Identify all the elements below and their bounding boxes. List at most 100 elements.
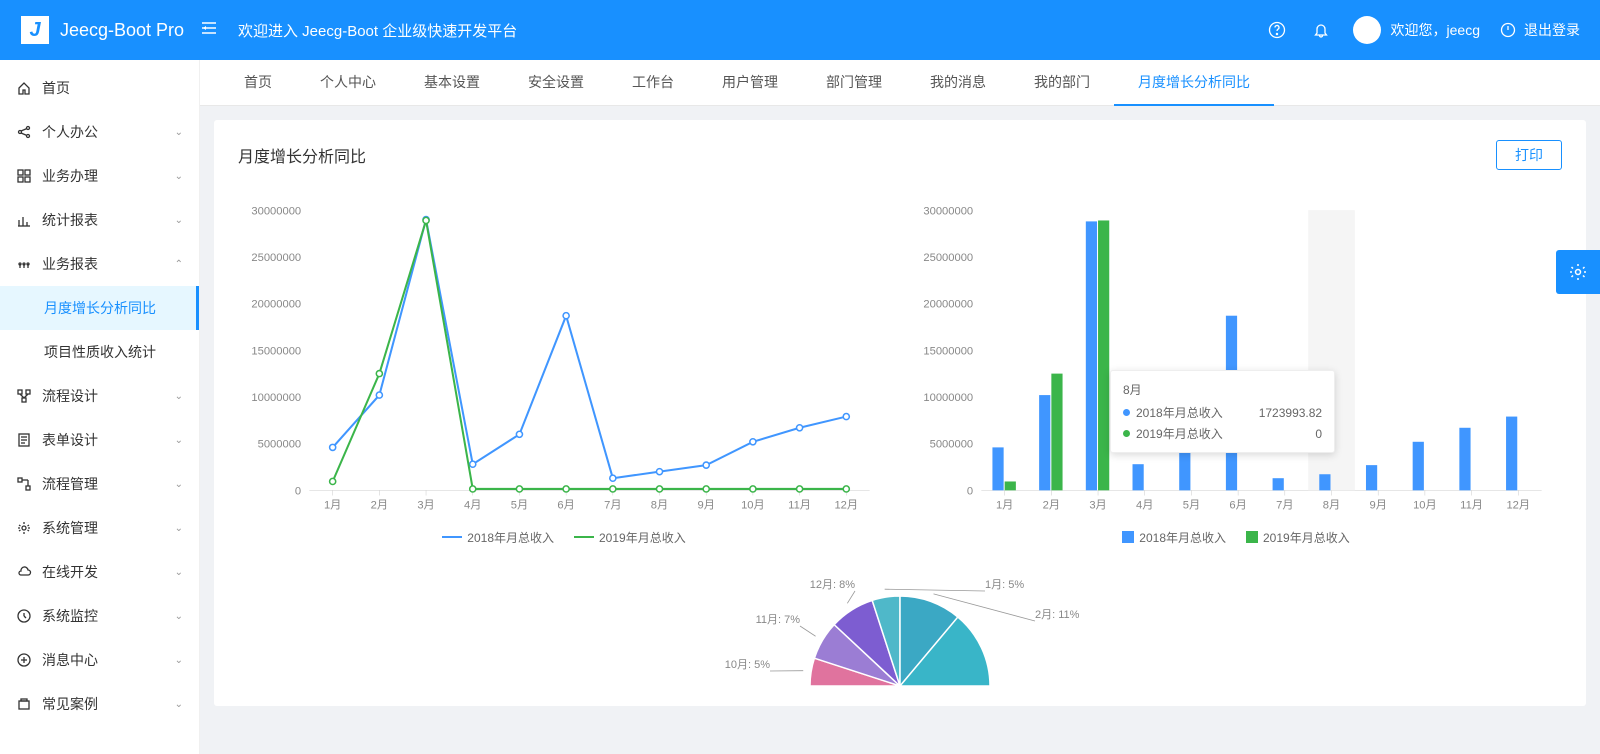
svg-text:10月: 10月 <box>741 500 765 512</box>
chart-icon <box>16 212 32 228</box>
legend-item-2019-bar[interactable]: 2019年月总收入 <box>1246 529 1350 546</box>
case-icon <box>16 696 32 712</box>
svg-text:5月: 5月 <box>1183 500 1200 512</box>
svg-text:12月: 12月 <box>1506 500 1530 512</box>
legend-item-2018[interactable]: 2018年月总收入 <box>442 529 554 546</box>
settings-fab[interactable] <box>1556 250 1600 294</box>
flow-icon <box>16 388 32 404</box>
tab-1[interactable]: 个人中心 <box>296 60 400 106</box>
menu-label: 系统监控 <box>42 606 165 626</box>
tab-4[interactable]: 工作台 <box>608 60 698 106</box>
share-icon <box>16 124 32 140</box>
svg-text:11月: 7%: 11月: 7% <box>756 614 801 626</box>
tab-6[interactable]: 部门管理 <box>802 60 906 106</box>
tab-8[interactable]: 我的部门 <box>1010 60 1114 106</box>
legend-item-2018-bar[interactable]: 2018年月总收入 <box>1122 529 1226 546</box>
tab-0[interactable]: 首页 <box>220 60 296 106</box>
svg-text:15000000: 15000000 <box>923 345 973 357</box>
menu-label: 业务报表 <box>42 254 165 274</box>
panel-title: 月度增长分析同比 <box>238 143 366 167</box>
sidebar-item-2[interactable]: 业务办理 ⌄ <box>0 154 199 198</box>
chart-tooltip: 8月 2018年月总收入 1723993.82 2019年月总收入 0 <box>1110 370 1335 453</box>
menu-label: 常见案例 <box>42 694 165 714</box>
home-icon <box>16 80 32 96</box>
sidebar-item-10[interactable]: 系统监控⌄ <box>0 594 199 638</box>
sidebar-item-1[interactable]: 个人办公⌄ <box>0 110 199 154</box>
line-chart[interactable]: 0500000010000000150000002000000025000000… <box>238 200 890 546</box>
process-icon <box>16 476 32 492</box>
tooltip-title: 8月 <box>1123 381 1322 398</box>
svg-text:2月: 2月 <box>371 500 388 512</box>
message-icon <box>16 652 32 668</box>
svg-text:20000000: 20000000 <box>251 299 301 311</box>
app-name: Jeecg-Boot Pro <box>60 20 184 41</box>
svg-text:10000000: 10000000 <box>251 392 301 404</box>
tab-5[interactable]: 用户管理 <box>698 60 802 106</box>
logout-button[interactable]: 退出登录 <box>1500 20 1580 40</box>
chevron-down-icon: ⌄ <box>175 127 183 138</box>
tab-2[interactable]: 基本设置 <box>400 60 504 106</box>
chevron-down-icon: ⌄ <box>175 479 183 490</box>
print-button[interactable]: 打印 <box>1496 140 1562 170</box>
line-chart-legend: 2018年月总收入 2019年月总收入 <box>238 529 890 546</box>
svg-text:8月: 8月 <box>651 500 668 512</box>
submenu-label: 月度增长分析同比 <box>44 298 180 318</box>
svg-text:8月: 8月 <box>1323 500 1340 512</box>
logo-icon: J <box>20 15 50 45</box>
svg-text:3月: 3月 <box>1089 500 1106 512</box>
svg-text:11月: 11月 <box>1460 500 1483 512</box>
menu-label: 流程管理 <box>42 474 165 494</box>
svg-text:2月: 11%: 2月: 11% <box>1035 609 1080 621</box>
main: 首页个人中心基本设置安全设置工作台用户管理部门管理我的消息我的部门月度增长分析同… <box>200 60 1600 754</box>
monitor-icon <box>16 608 32 624</box>
sidebar-item-3[interactable]: 统计报表 ⌄ <box>0 198 199 242</box>
svg-text:15000000: 15000000 <box>251 345 301 357</box>
sidebar-item-6[interactable]: 表单设计⌄ <box>0 418 199 462</box>
chevron-down-icon: ⌄ <box>175 391 183 402</box>
sidebar: 首页个人办公⌄业务办理⌄统计报表⌄业务报表⌃月度增长分析同比项目性质收入统计流程… <box>0 60 200 754</box>
tooltip-row-2019: 2019年月总收入 0 <box>1123 425 1322 442</box>
bar-chart-legend: 2018年月总收入 2019年月总收入 <box>910 529 1562 546</box>
sidebar-item-8[interactable]: 系统管理⌄ <box>0 506 199 550</box>
user-menu[interactable]: 欢迎您，jeecg <box>1353 16 1480 44</box>
user-greeting: 欢迎您，jeecg <box>1391 20 1480 40</box>
chevron-down-icon: ⌄ <box>175 655 183 666</box>
logo[interactable]: J Jeecg-Boot Pro <box>20 15 200 45</box>
sidebar-item-9[interactable]: 在线开发⌄ <box>0 550 199 594</box>
svg-text:6月: 6月 <box>557 500 574 512</box>
bar-chart[interactable]: 0500000010000000150000002000000025000000… <box>910 200 1562 546</box>
tab-9[interactable]: 月度增长分析同比 <box>1114 60 1274 106</box>
sidebar-subitem-4-1[interactable]: 项目性质收入统计 <box>0 330 199 374</box>
sidebar-item-4[interactable]: 业务报表 ⌃ <box>0 242 199 286</box>
svg-text:0: 0 <box>295 485 301 497</box>
svg-text:10月: 10月 <box>1413 500 1437 512</box>
chevron-up-icon: ⌃ <box>175 259 183 270</box>
sidebar-item-0[interactable]: 首页 <box>0 66 199 110</box>
tab-7[interactable]: 我的消息 <box>906 60 1010 106</box>
collapse-sidebar-button[interactable] <box>200 19 218 42</box>
sidebar-item-5[interactable]: 流程设计⌄ <box>0 374 199 418</box>
menu-label: 业务办理 <box>42 166 165 186</box>
pie-chart[interactable]: 10月: 5%11月: 7%12月: 8%1月: 5%2月: 11% <box>238 566 1562 686</box>
gear-icon <box>16 520 32 536</box>
menu-label: 统计报表 <box>42 210 165 230</box>
sidebar-item-7[interactable]: 流程管理 ⌄ <box>0 462 199 506</box>
legend-item-2019[interactable]: 2019年月总收入 <box>574 529 686 546</box>
sidebar-item-11[interactable]: 消息中心⌄ <box>0 638 199 682</box>
svg-text:5月: 5月 <box>511 500 528 512</box>
help-icon[interactable] <box>1265 18 1289 42</box>
menu-label: 系统管理 <box>42 518 165 538</box>
content: 月度增长分析同比 打印 0500000010000000150000002000… <box>200 106 1600 754</box>
chevron-down-icon: ⌄ <box>175 215 183 226</box>
svg-text:1月: 1月 <box>324 500 341 512</box>
svg-text:2月: 2月 <box>1043 500 1060 512</box>
tab-3[interactable]: 安全设置 <box>504 60 608 106</box>
submenu-label: 项目性质收入统计 <box>44 342 183 362</box>
panel-header: 月度增长分析同比 打印 <box>238 140 1562 170</box>
sidebar-item-12[interactable]: 常见案例⌄ <box>0 682 199 726</box>
bell-icon[interactable] <box>1309 18 1333 42</box>
sidebar-subitem-4-0[interactable]: 月度增长分析同比 <box>0 286 199 330</box>
chevron-down-icon: ⌄ <box>175 171 183 182</box>
svg-text:5000000: 5000000 <box>258 439 302 451</box>
cloud-icon <box>16 564 32 580</box>
